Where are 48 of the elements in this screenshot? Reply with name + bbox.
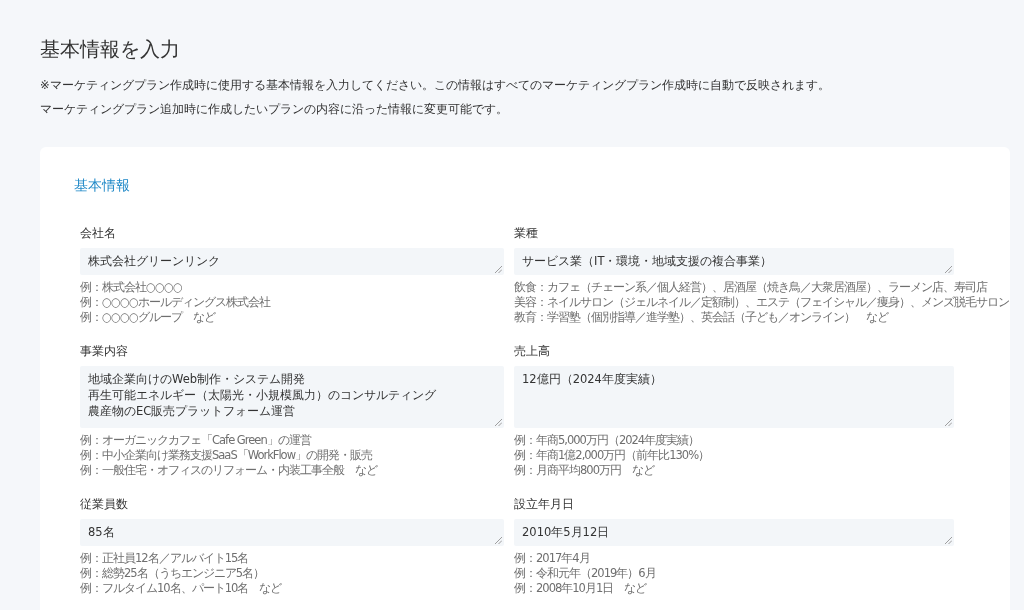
example-hint: 例：一般住宅・オフィスのリフォーム・内装工事全般 など <box>80 463 377 478</box>
field-text-line: 2010年5月12日 <box>522 524 610 540</box>
example-hint: 飲食：カフェ（チェーン系／個人経営）、居酒屋（焼き鳥／大衆居酒屋）、ラーメン店、寿司店 <box>514 280 987 295</box>
example-hint: 例：○○○○ホールディングス株式会社 <box>80 295 271 310</box>
example-hint: 例：○○○○グループ など <box>80 310 216 325</box>
example-hint: 例：2008年10月1日 など <box>514 581 647 596</box>
resize-grip-icon[interactable] <box>945 419 952 426</box>
instruction-text: マーケティングプラン追加時に作成したいプランの内容に沿った情報に変更可能です。 <box>40 101 509 118</box>
input-field[interactable]: 2010年5月12日 <box>514 519 954 546</box>
field-label: 売上高 <box>514 343 551 360</box>
example-hint: 例：オーガニックカフェ「Cafe Green」の運営 <box>80 433 311 448</box>
field-text-line: 株式会社グリーンリンク <box>88 253 220 269</box>
field-text-line: サービス業（IT・環境・地域支援の複合事業） <box>522 253 773 269</box>
instruction-text: ※マーケティングプラン作成時に使用する基本情報を入力してください。この情報はすべてのマーケティングプラン作成時に自動で反映されます。 <box>40 77 831 94</box>
example-hint: 例：年商5,000万円（2024年度実績） <box>514 433 700 448</box>
resize-grip-icon[interactable] <box>945 537 952 544</box>
example-hint: 教育：学習塾（個別指導／進学塾）、英会話（子ども／オンライン） など <box>514 310 888 325</box>
resize-grip-icon[interactable] <box>495 537 502 544</box>
field-text-line: 12億円（2024年度実績） <box>522 371 662 387</box>
example-hint: 例：令和元年（2019年）6月 <box>514 566 656 581</box>
input-field[interactable]: 地域企業向けのWeb制作・システム開発 再生可能エネルギー（太陽光・小規模風力）のコンサルティング 農産物のEC販売プラットフォーム運営 <box>80 366 504 428</box>
resize-grip-icon[interactable] <box>495 266 502 273</box>
example-hint: 例：正社員12名／アルバイト15名 <box>80 551 249 566</box>
input-field[interactable]: 12億円（2024年度実績） <box>514 366 954 428</box>
resize-grip-icon[interactable] <box>945 266 952 273</box>
example-hint: 例：月商平均800万円 など <box>514 463 654 478</box>
field-label: 業種 <box>514 225 539 242</box>
resize-grip-icon[interactable] <box>495 419 502 426</box>
field-label: 会社名 <box>80 225 117 242</box>
field-label: 設立年月日 <box>514 496 575 513</box>
input-field[interactable]: 85名 <box>80 519 504 546</box>
example-hint: 例：総勢25名（うちエンジニア5名） <box>80 566 264 581</box>
example-hint: 美容：ネイルサロン（ジェルネイル／定額制）、エステ（フェイシャル／痩身）、メンズ脱毛サロン <box>514 295 1009 310</box>
field-text-line: 再生可能エネルギー（太陽光・小規模風力）のコンサルティング <box>88 387 436 403</box>
example-hint: 例：2017年4月 <box>514 551 590 566</box>
example-hint: 例：中小企業向け業務支援SaaS「WorkFlow」の開発・販売 <box>80 448 373 463</box>
field-text-line: 地域企業向けのWeb制作・システム開発 <box>88 371 306 387</box>
example-hint: 例：年商1億2,000万円（前年比130%） <box>514 448 710 463</box>
field-text-line: 85名 <box>88 524 115 540</box>
section-title: 基本情報 <box>74 177 131 195</box>
input-field[interactable]: サービス業（IT・環境・地域支援の複合事業） <box>514 248 954 275</box>
input-field[interactable]: 株式会社グリーンリンク <box>80 248 504 275</box>
example-hint: 例：株式会社○○○○ <box>80 280 183 295</box>
field-text-line: 農産物のEC販売プラットフォーム運営 <box>88 403 296 419</box>
page-title: 基本情報を入力 <box>40 36 181 63</box>
field-label: 事業内容 <box>80 343 129 360</box>
example-hint: 例：フルタイム10名、パート10名 など <box>80 581 282 596</box>
field-label: 従業員数 <box>80 496 129 513</box>
